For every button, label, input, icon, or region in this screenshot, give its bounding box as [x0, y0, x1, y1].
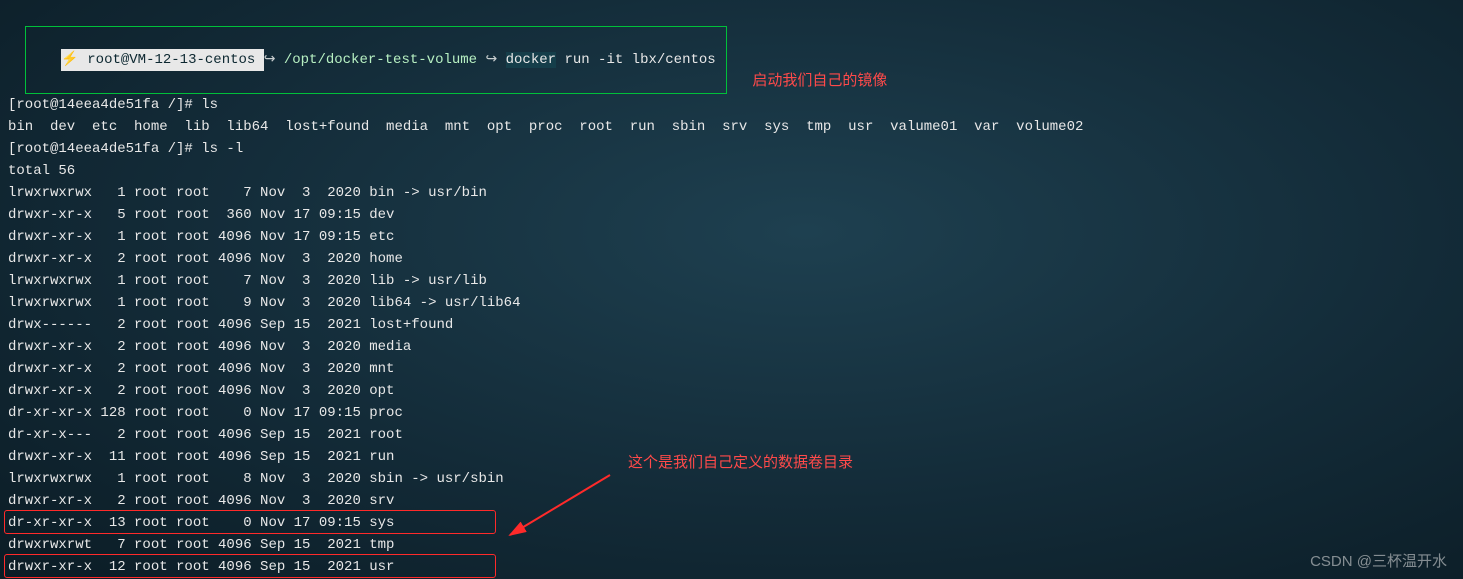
- watermark-text: CSDN @三杯温开水: [1310, 551, 1447, 573]
- annotation-top: 启动我们自己的镜像: [752, 72, 887, 89]
- ls-row: drwxr-xr-x 2 root root 4096 Nov 3 2020 s…: [8, 493, 394, 509]
- ls-row: lrwxrwxrwx 1 root root 7 Nov 3 2020 lib …: [8, 273, 487, 289]
- ls-row: drwxr-xr-x 1 root root 4096 Nov 17 09:15…: [8, 229, 394, 245]
- top-prompt-bar: ⚡ root@VM-12-13-centos ↪ /opt/docker-tes…: [25, 26, 727, 94]
- host-text: root@VM-12-13-centos: [87, 52, 255, 68]
- cmd-segment: docker run -it lbx/centos: [497, 49, 724, 71]
- ls-row: drwxr-xr-x 2 root root 4096 Nov 3 2020 h…: [8, 251, 403, 267]
- bolt-icon: ⚡: [61, 52, 78, 68]
- host-segment: ⚡ root@VM-12-13-centos: [61, 49, 263, 71]
- ls-row: lrwxrwxrwx 1 root root 8 Nov 3 2020 sbin…: [8, 471, 504, 487]
- terminal[interactable]: ⚡ root@VM-12-13-centos ↪ /opt/docker-tes…: [0, 0, 1463, 579]
- ls-row: dr-xr-x--- 2 root root 4096 Sep 15 2021 …: [8, 427, 403, 443]
- ls-row: drwxr-xr-x 5 root root 360 Nov 17 09:15 …: [8, 207, 394, 223]
- ls-row: drwxrwxrwt 7 root root 4096 Sep 15 2021 …: [8, 537, 394, 553]
- ls-output: bin dev etc home lib lib64 lost+found me…: [8, 119, 1083, 135]
- annotation-middle: 这个是我们自己定义的数据卷目录: [628, 452, 853, 474]
- ls-row: drwx------ 2 root root 4096 Sep 15 2021 …: [8, 317, 453, 333]
- ls-row: dr-xr-xr-x 13 root root 0 Nov 17 09:15 s…: [8, 515, 394, 531]
- sep1-icon: ↪: [264, 49, 276, 71]
- prompt-line-2: [root@14eea4de51fa /]# ls -l: [8, 141, 243, 157]
- ls-row: drwxr-xr-x 11 root root 4096 Sep 15 2021…: [8, 449, 394, 465]
- ls-row: lrwxrwxrwx 1 root root 9 Nov 3 2020 lib6…: [8, 295, 520, 311]
- ls-row: drwxr-xr-x 2 root root 4096 Nov 3 2020 m…: [8, 339, 411, 355]
- sep2-icon: ↪: [485, 49, 497, 71]
- ls-row: drwxr-xr-x 2 root root 4096 Nov 3 2020 m…: [8, 361, 394, 377]
- ls-row: drwxr-xr-x 12 root root 4096 Sep 15 2021…: [8, 559, 394, 575]
- path-text: /opt/docker-test-volume: [284, 52, 477, 68]
- docker-cmd: docker: [506, 52, 556, 68]
- total-line: total 56: [8, 163, 75, 179]
- prompt-line-1: [root@14eea4de51fa /]# ls: [8, 97, 218, 113]
- ls-row: dr-xr-xr-x 128 root root 0 Nov 17 09:15 …: [8, 405, 403, 421]
- ls-row: drwxr-xr-x 2 root root 4096 Nov 3 2020 o…: [8, 383, 394, 399]
- path-segment: /opt/docker-test-volume: [275, 49, 485, 71]
- docker-args: run -it lbx/centos: [564, 52, 715, 68]
- ls-row: lrwxrwxrwx 1 root root 7 Nov 3 2020 bin …: [8, 185, 487, 201]
